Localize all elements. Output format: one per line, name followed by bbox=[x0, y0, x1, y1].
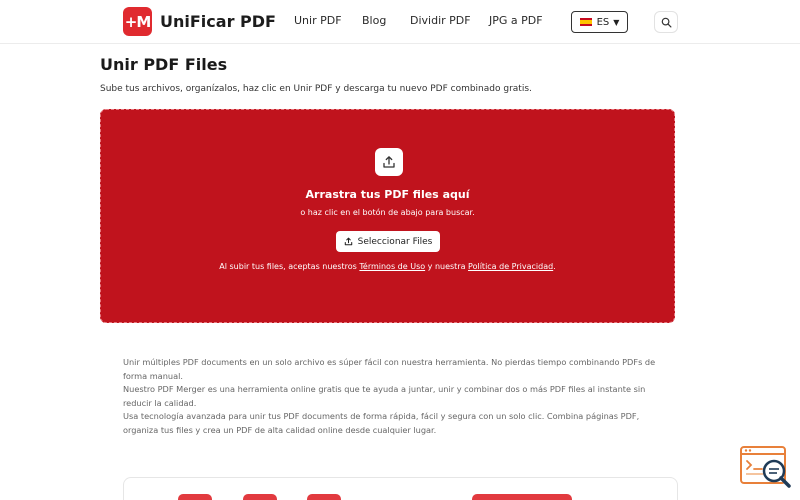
nav-unir-pdf[interactable]: Unir PDF bbox=[294, 14, 342, 27]
description-paragraph: Usa tecnología avanzada para unir tus PD… bbox=[123, 411, 640, 435]
help-widget[interactable] bbox=[740, 446, 792, 490]
select-files-label: Seleccionar Files bbox=[357, 236, 433, 247]
dropzone-title: Arrastra tus PDF files aquí bbox=[305, 188, 470, 201]
upload-small-icon bbox=[344, 237, 352, 246]
pdf-thumbnail bbox=[307, 494, 341, 500]
brand-name: UniFicar PDF bbox=[160, 12, 276, 31]
description-text: Unir múltiples PDF documents en un solo … bbox=[123, 356, 658, 438]
site-header: +M UniFicar PDF Unir PDF Blog Dividir PD… bbox=[0, 0, 800, 44]
terms-middle: y nuestra bbox=[425, 262, 469, 271]
logo-icon: +M bbox=[123, 7, 152, 36]
caret-down-icon: ▼ bbox=[613, 17, 620, 27]
code-search-icon bbox=[740, 446, 791, 488]
language-selector[interactable]: ES ▼ bbox=[571, 11, 628, 33]
terms-prefix: Al subir tus files, aceptas nuestros bbox=[219, 262, 360, 271]
nav-dividir-pdf[interactable]: Dividir PDF bbox=[410, 14, 471, 27]
pdf-thumbnail bbox=[178, 494, 212, 500]
spain-flag-icon bbox=[579, 18, 592, 26]
language-code: ES bbox=[596, 16, 610, 28]
nav-jpg-a-pdf[interactable]: JPG a PDF bbox=[489, 14, 543, 27]
search-icon bbox=[661, 17, 671, 27]
nav-blog[interactable]: Blog bbox=[362, 14, 386, 27]
merged-pdf-thumbnail bbox=[472, 494, 572, 500]
terms-suffix: . bbox=[553, 262, 556, 271]
terms-notice: Al subir tus files, aceptas nuestros Tér… bbox=[101, 262, 674, 271]
dropzone-subtitle: o haz clic en el botón de abajo para bus… bbox=[300, 208, 475, 217]
select-files-button[interactable]: Seleccionar Files bbox=[336, 231, 440, 252]
page-subtitle: Sube tus archivos, organízalos, haz clic… bbox=[100, 84, 532, 94]
upload-icon bbox=[375, 148, 403, 176]
file-dropzone[interactable]: Arrastra tus PDF files aquí o haz clic e… bbox=[100, 109, 675, 323]
terms-link[interactable]: Términos de Uso bbox=[359, 262, 425, 271]
description-paragraph: Unir múltiples PDF documents en un solo … bbox=[123, 357, 656, 381]
privacy-link[interactable]: Política de Privacidad bbox=[468, 262, 553, 271]
search-button[interactable] bbox=[654, 11, 678, 33]
brand-logo[interactable]: +M UniFicar PDF bbox=[123, 7, 276, 36]
description-paragraph: Nuestro PDF Merger es una herramienta on… bbox=[123, 384, 646, 408]
pdf-thumbnail bbox=[243, 494, 277, 500]
page-title: Unir PDF Files bbox=[100, 55, 228, 74]
